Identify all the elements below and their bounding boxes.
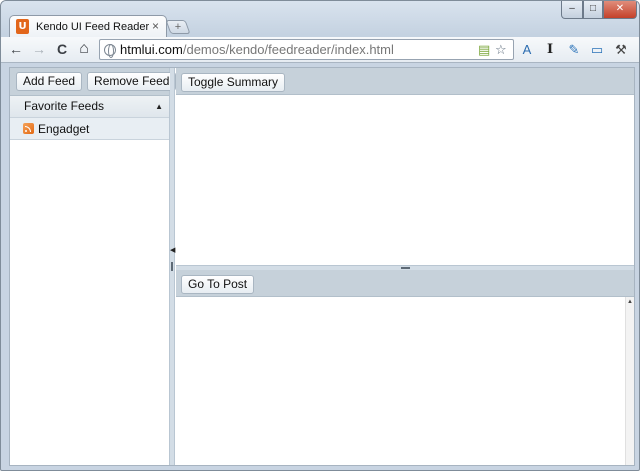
summary-toolbar: Toggle Summary <box>176 68 634 95</box>
post-content-area: ▲ <box>176 297 634 465</box>
remove-feed-button[interactable]: Remove Feed <box>87 72 177 91</box>
splitter-grip-icon <box>171 262 173 271</box>
collapse-up-icon[interactable]: ▲ <box>155 96 163 117</box>
scroll-up-arrow-icon[interactable]: ▲ <box>627 299 633 305</box>
star-icon[interactable]: ☆ <box>495 43 507 57</box>
go-to-post-button[interactable]: Go To Post <box>181 275 255 294</box>
collapse-left-icon[interactable]: ◀ <box>170 246 175 254</box>
wrench-icon[interactable]: ⚒ <box>611 40 631 60</box>
forward-arrow-icon[interactable]: → <box>30 40 48 58</box>
close-tab-icon[interactable]: × <box>152 19 159 33</box>
url-host: htmlui.com <box>120 42 183 57</box>
rss-icon <box>23 123 34 134</box>
vertical-scrollbar[interactable]: ▲ <box>625 297 634 465</box>
fullscreen-icon[interactable]: ▭ <box>587 40 607 60</box>
back-arrow-icon[interactable]: ← <box>7 40 25 58</box>
feed-item-label: Engadget <box>38 121 90 136</box>
feed-item-engadget[interactable]: Engadget <box>10 118 169 140</box>
summary-area <box>176 95 634 265</box>
globe-icon <box>104 43 116 58</box>
url-path: /demos/kendo/feedreader/index.html <box>182 42 394 57</box>
kendo-favicon-icon: U <box>16 19 29 34</box>
add-feed-button[interactable]: Add Feed <box>16 72 83 91</box>
home-icon[interactable]: ⌂ <box>75 40 93 58</box>
post-toolbar: Go To Post <box>176 270 634 297</box>
page-content: Add Feed Remove Feed Favorite Feeds ▲ En… <box>9 67 635 466</box>
new-tab-button[interactable]: + <box>165 20 191 34</box>
vertical-splitter[interactable]: ◀ <box>170 68 175 465</box>
page-action-icon[interactable]: ▤ <box>478 43 490 57</box>
browser-tab[interactable]: U Kendo UI Feed Reader × <box>9 15 167 37</box>
translate-icon[interactable]: A <box>517 40 537 60</box>
url-text: htmlui.com/demos/kendo/feedreader/index.… <box>120 42 394 57</box>
address-bar[interactable]: htmlui.com/demos/kendo/feedreader/index.… <box>99 39 514 60</box>
feeds-pane: Add Feed Remove Feed Favorite Feeds ▲ En… <box>10 68 177 465</box>
browser-toolbar: ← → C ⌂ htmlui.com/demos/kendo/feedreade… <box>1 37 639 63</box>
eyedropper-icon[interactable]: ✎ <box>564 40 584 60</box>
plus-icon: + <box>174 21 182 33</box>
close-window-button[interactable]: ✕ <box>603 1 637 19</box>
reload-icon[interactable]: C <box>53 40 71 58</box>
feeds-toolbar: Add Feed Remove Feed <box>10 68 177 96</box>
toggle-summary-button[interactable]: Toggle Summary <box>181 73 286 92</box>
minimize-button[interactable]: – <box>561 1 583 19</box>
title-bar: U Kendo UI Feed Reader × + – □ ✕ <box>1 1 639 37</box>
browser-window: U Kendo UI Feed Reader × + – □ ✕ ← → C ⌂… <box>0 0 640 471</box>
tab-title: Kendo UI Feed Reader <box>36 20 150 33</box>
text-cursor-icon[interactable]: I <box>540 40 560 60</box>
reading-pane: Toggle Summary Go To Post ▲ <box>176 68 634 465</box>
favorite-feeds-header[interactable]: Favorite Feeds ▲ <box>10 96 169 118</box>
maximize-button[interactable]: □ <box>583 1 603 19</box>
favorite-feeds-label: Favorite Feeds <box>24 99 105 113</box>
splitter-grip-icon <box>401 267 410 269</box>
